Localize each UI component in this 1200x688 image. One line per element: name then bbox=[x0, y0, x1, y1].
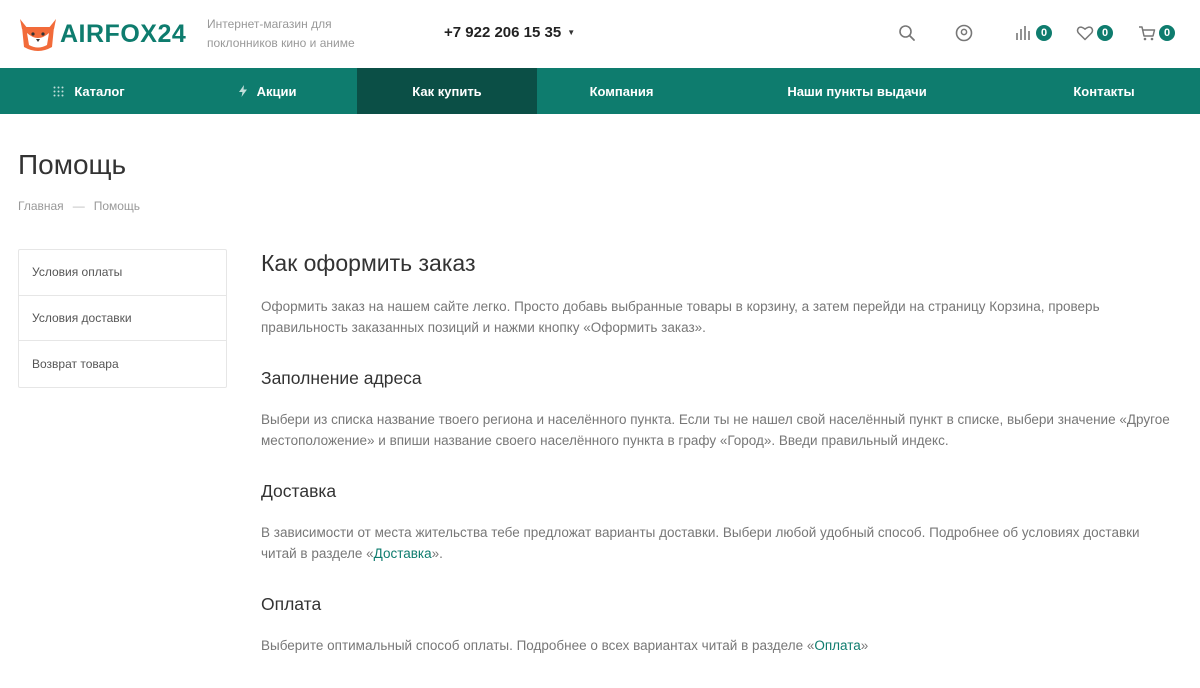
favorites-count-badge: 0 bbox=[1097, 25, 1113, 41]
search-button[interactable] bbox=[898, 22, 916, 44]
help-content: Как оформить заказ Оформить заказ на наш… bbox=[261, 248, 1171, 656]
breadcrumb-current: Помощь bbox=[93, 199, 141, 213]
search-icon bbox=[899, 25, 915, 41]
cart-icon bbox=[1139, 26, 1156, 41]
nav-item-label: Акции bbox=[256, 83, 297, 99]
nav-item-pickup-points[interactable]: Наши пункты выдачи bbox=[706, 68, 1008, 114]
address-paragraph: Выбери из списка название твоего региона… bbox=[261, 412, 1170, 448]
payment-text-end: » bbox=[860, 638, 869, 653]
delivery-heading: Доставка bbox=[261, 481, 337, 501]
cart-button[interactable]: 0 bbox=[1138, 22, 1175, 44]
payment-heading: Оплата bbox=[261, 594, 322, 614]
compare-icon bbox=[1016, 26, 1030, 40]
payment-link[interactable]: Оплата bbox=[814, 638, 860, 653]
cart-count-badge: 0 bbox=[1159, 25, 1175, 41]
nav-item-label: Компания bbox=[589, 83, 654, 99]
nav-item-how-to-buy[interactable]: Как купить bbox=[357, 68, 537, 114]
nav-item-label: Контакты bbox=[1073, 83, 1135, 99]
heart-icon bbox=[1076, 26, 1094, 41]
page-title: Помощь bbox=[18, 149, 127, 180]
delivery-link[interactable]: Доставка bbox=[374, 546, 432, 561]
compare-count-badge: 0 bbox=[1036, 25, 1052, 41]
main-nav: Каталог Акции Как купить Компания Наши п… bbox=[0, 68, 1200, 114]
grid-icon bbox=[53, 86, 64, 97]
nav-item-contacts[interactable]: Контакты bbox=[1008, 68, 1200, 114]
sidebar-item-payment-terms[interactable]: Условия оплаты bbox=[19, 250, 226, 296]
favorites-button[interactable]: 0 bbox=[1076, 22, 1113, 44]
chevron-down-icon: ▼ bbox=[567, 28, 576, 37]
fox-logo-icon bbox=[20, 19, 56, 51]
intro-paragraph: Оформить заказ на нашем сайте легко. Про… bbox=[261, 299, 1100, 335]
sidebar-item-returns[interactable]: Возврат товара bbox=[19, 341, 226, 387]
breadcrumb-separator: — bbox=[72, 199, 85, 213]
phone-number: +7 922 206 15 35 bbox=[444, 24, 562, 41]
phone-dropdown[interactable]: +7 922 206 15 35 ▼ bbox=[444, 24, 575, 41]
nav-item-label: Наши пункты выдачи bbox=[787, 83, 927, 99]
site-header: AIRFOX24 Интернет-магазин для поклоннико… bbox=[0, 0, 1200, 68]
sidebar-item-delivery-terms[interactable]: Условия доставки bbox=[19, 296, 226, 341]
compare-button[interactable]: 0 bbox=[1015, 22, 1052, 44]
nav-item-promotions[interactable]: Акции bbox=[178, 68, 357, 114]
account-button[interactable] bbox=[955, 22, 973, 44]
breadcrumb-home-link[interactable]: Главная bbox=[18, 199, 64, 213]
logo[interactable]: AIRFOX24 bbox=[18, 14, 186, 54]
address-heading: Заполнение адреса bbox=[261, 368, 422, 388]
logo-text: AIRFOX24 bbox=[60, 19, 187, 48]
breadcrumb: Главная — Помощь bbox=[18, 199, 140, 213]
nav-item-label: Каталог bbox=[74, 83, 125, 99]
delivery-text-end: ». bbox=[431, 546, 443, 561]
help-sidebar: Условия оплаты Условия доставки Возврат … bbox=[18, 249, 227, 388]
lightning-icon bbox=[238, 85, 247, 97]
content-title: Как оформить заказ bbox=[261, 250, 476, 276]
nav-item-catalog[interactable]: Каталог bbox=[0, 68, 178, 114]
payment-paragraph: Выберите оптимальный способ оплаты. Подр… bbox=[261, 635, 1171, 656]
payment-text: Выберите оптимальный способ оплаты. Подр… bbox=[261, 638, 815, 653]
nav-item-label: Как купить bbox=[412, 83, 482, 99]
nav-item-company[interactable]: Компания bbox=[537, 68, 706, 114]
user-icon bbox=[955, 24, 973, 42]
tagline: Интернет-магазин для поклонников кино и … bbox=[207, 17, 355, 50]
delivery-paragraph: В зависимости от места жительства тебе п… bbox=[261, 522, 1171, 564]
